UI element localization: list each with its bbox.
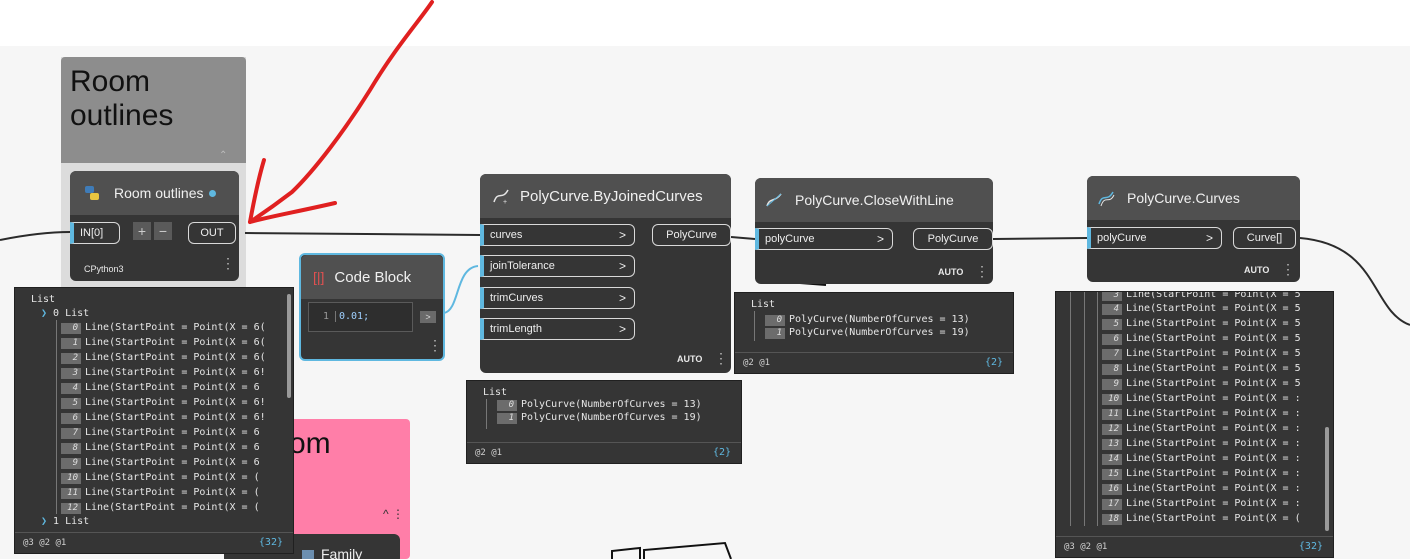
dynamo-canvas[interactable]: Room outlines ⌃ om ^ ⋮ Family Name Room … [0,0,1410,559]
red-annotation-arrow [248,0,434,224]
